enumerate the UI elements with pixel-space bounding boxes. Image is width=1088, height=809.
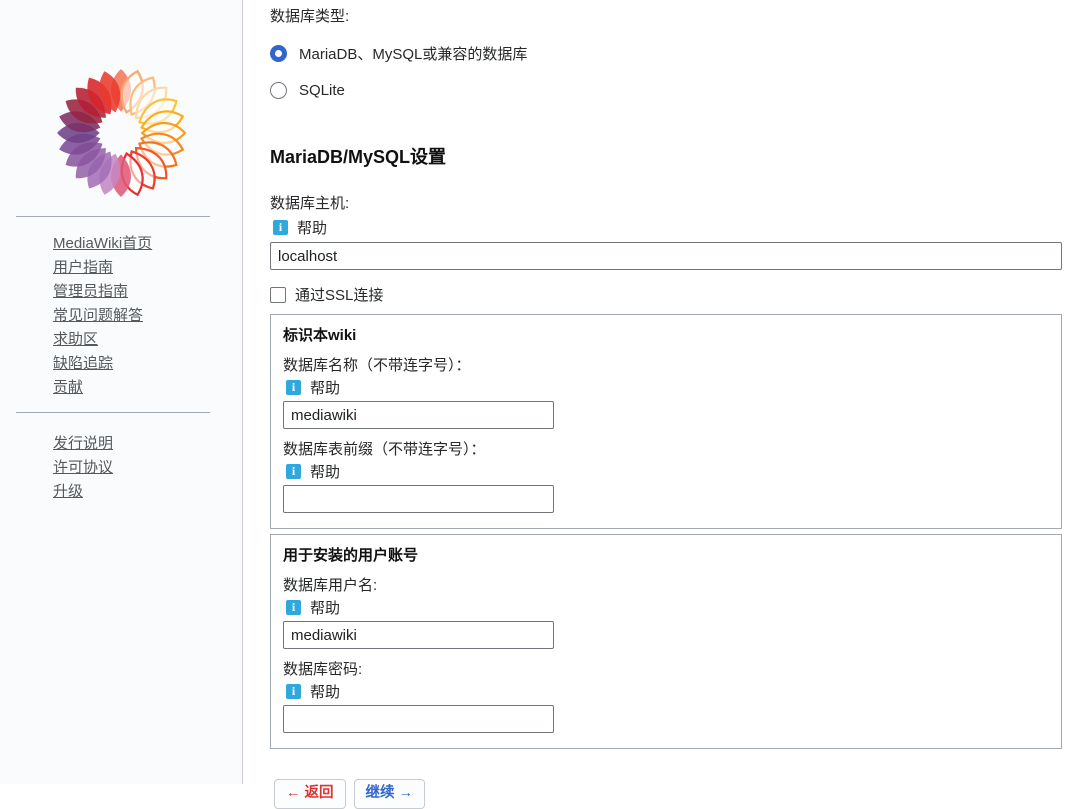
radio-option-sqlite[interactable]: SQLite [270,80,1062,101]
sidebar-link-license[interactable]: 许可协议 [53,456,242,480]
db-host-input[interactable] [270,242,1062,270]
sidebar-link-user-guide[interactable]: 用户指南 [53,256,242,280]
db-user-help-link[interactable]: i 帮助 [283,599,1049,616]
fieldset-install-account: 用于安装的用户账号 数据库用户名: i 帮助 数据库密码: i 帮助 [270,534,1062,749]
section-title: MariaDB/MySQL设置 [270,146,1062,168]
fieldset-install-account-legend: 用于安装的用户账号 [283,547,1049,565]
db-name-help-link[interactable]: i 帮助 [283,379,1049,396]
db-name-label: 数据库名称（不带连字号）： [283,356,1049,375]
db-prefix-input[interactable] [283,485,554,513]
sidebar-nav-primary: MediaWiki首页 用户指南 管理员指南 常见问题解答 求助区 缺陷追踪 贡… [0,217,242,400]
info-icon: i [286,380,301,395]
mediawiki-flower-logo-icon [54,66,188,200]
db-type-label: 数据库类型: [270,7,1062,26]
installer-form: 数据库类型: MariaDB、MySQL或兼容的数据库 SQLite Maria… [243,0,1062,784]
help-link-label: 帮助 [310,377,340,398]
sidebar-link-admin-guide[interactable]: 管理员指南 [53,280,242,304]
sidebar-link-contribute[interactable]: 贡献 [53,376,242,400]
ssl-checkbox-row[interactable]: 通过SSL连接 [270,285,1062,304]
db-prefix-label: 数据库表前缀（不带连字号）： [283,440,1049,459]
radio-label-mariadb: MariaDB、MySQL或兼容的数据库 [299,43,527,64]
help-link-label: 帮助 [310,681,340,702]
sidebar-link-release-notes[interactable]: 发行说明 [53,432,242,456]
sidebar-link-bug-tracker[interactable]: 缺陷追踪 [53,352,242,376]
info-icon: i [286,684,301,699]
help-link-label: 帮助 [297,217,327,238]
sidebar-link-mediawiki-home[interactable]: MediaWiki首页 [53,232,242,256]
radio-unselected-icon[interactable] [270,82,287,99]
db-host-label: 数据库主机: [270,194,1062,213]
db-user-label: 数据库用户名: [283,576,1049,595]
db-name-input[interactable] [283,401,554,429]
sidebar: MediaWiki首页 用户指南 管理员指南 常见问题解答 求助区 缺陷追踪 贡… [0,0,243,784]
sidebar-link-upgrade[interactable]: 升级 [53,480,242,504]
help-link-label: 帮助 [310,597,340,618]
info-icon: i [273,220,288,235]
db-password-help-link[interactable]: i 帮助 [283,683,1049,700]
page: MediaWiki首页 用户指南 管理员指南 常见问题解答 求助区 缺陷追踪 贡… [0,0,1088,784]
radio-selected-icon[interactable] [270,45,287,62]
db-user-input[interactable] [283,621,554,649]
db-host-help-link[interactable]: i 帮助 [270,219,1062,236]
help-link-label: 帮助 [310,461,340,482]
radio-option-mariadb[interactable]: MariaDB、MySQL或兼容的数据库 [270,43,1062,64]
radio-label-sqlite: SQLite [299,82,345,99]
logo-container [0,0,242,204]
info-icon: i [286,464,301,479]
db-password-label: 数据库密码: [283,660,1049,679]
fieldset-identify-legend: 标识本wiki [283,327,1049,345]
db-password-input[interactable] [283,705,554,733]
sidebar-link-faq[interactable]: 常见问题解答 [53,304,242,328]
info-icon: i [286,600,301,615]
db-prefix-help-link[interactable]: i 帮助 [283,463,1049,480]
sidebar-nav-secondary: 发行说明 许可协议 升级 [0,413,242,504]
checkbox-unchecked-icon[interactable] [270,287,286,303]
sidebar-link-help-area[interactable]: 求助区 [53,328,242,352]
fieldset-identify-wiki: 标识本wiki 数据库名称（不带连字号）： i 帮助 数据库表前缀（不带连字号）… [270,314,1062,529]
ssl-checkbox-label: 通过SSL连接 [295,284,383,305]
